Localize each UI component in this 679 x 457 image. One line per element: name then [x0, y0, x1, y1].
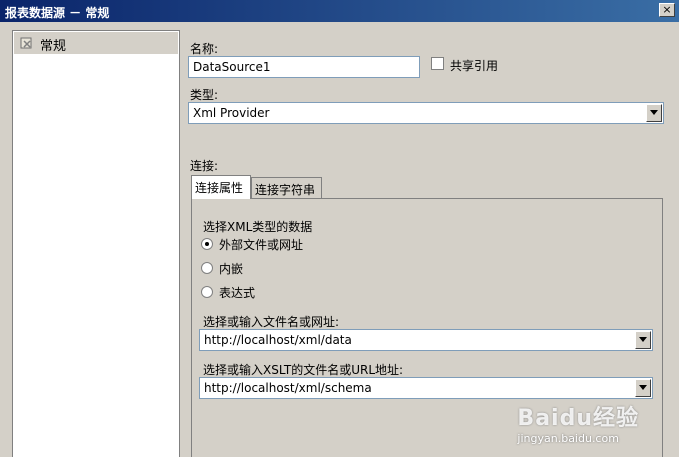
type-select[interactable]: Xml Provider — [188, 102, 664, 124]
xslt-url-dropdown-button[interactable] — [635, 379, 651, 397]
shared-reference-checkbox[interactable] — [431, 57, 444, 70]
file-url-select[interactable]: http://localhost/xml/data — [199, 329, 653, 351]
baidu-url: jingyan.baidu.com — [517, 432, 619, 445]
chevron-down-icon — [639, 385, 647, 390]
radio-expression[interactable] — [201, 286, 213, 298]
radio-embedded[interactable] — [201, 262, 213, 274]
radio-embedded-label: 内嵌 — [219, 262, 244, 276]
sidebar-item-general[interactable]: 常规 — [14, 32, 178, 54]
sidebar-item-label: 常规 — [40, 39, 67, 54]
radio-expression-label: 表达式 — [219, 286, 256, 300]
name-label: 名称: — [190, 42, 219, 56]
radio-external-file-label: 外部文件或网址 — [219, 238, 304, 252]
tab-connection-properties[interactable]: 连接属性 — [191, 175, 251, 199]
chevron-down-icon — [639, 337, 647, 342]
shared-reference-label: 共享引用 — [450, 59, 499, 73]
sidebar: 常规 — [12, 30, 180, 457]
xslt-url-label: 选择或输入XSLT的文件名或URL地址: — [203, 363, 404, 377]
type-select-value: Xml Provider — [193, 106, 270, 120]
close-button[interactable]: × — [659, 3, 675, 17]
connection-label: 连接: — [190, 159, 219, 173]
settings-page-icon — [20, 37, 32, 49]
window-title: 报表数据源 － 常规 — [5, 6, 110, 20]
baidu-logo: Baidu经验 — [517, 406, 639, 431]
title-bar: 报表数据源 － 常规 × — [0, 0, 679, 22]
xslt-url-select[interactable]: http://localhost/xml/schema — [199, 377, 653, 399]
xml-type-label: 选择XML类型的数据 — [203, 220, 313, 234]
name-field[interactable]: DataSource1 — [188, 56, 420, 78]
baidu-watermark: Baidu经验 jingyan.baidu.com — [517, 400, 639, 445]
tab-connection-string[interactable]: 连接字符串 — [251, 177, 322, 199]
radio-external-file[interactable] — [201, 238, 213, 250]
type-dropdown-button[interactable] — [646, 104, 662, 122]
file-url-label: 选择或输入文件名或网址: — [203, 315, 340, 329]
xslt-url-value: http://localhost/xml/schema — [204, 381, 372, 395]
file-url-value: http://localhost/xml/data — [204, 333, 352, 347]
file-url-dropdown-button[interactable] — [635, 331, 651, 349]
type-label: 类型: — [190, 88, 219, 102]
chevron-down-icon — [650, 110, 658, 115]
